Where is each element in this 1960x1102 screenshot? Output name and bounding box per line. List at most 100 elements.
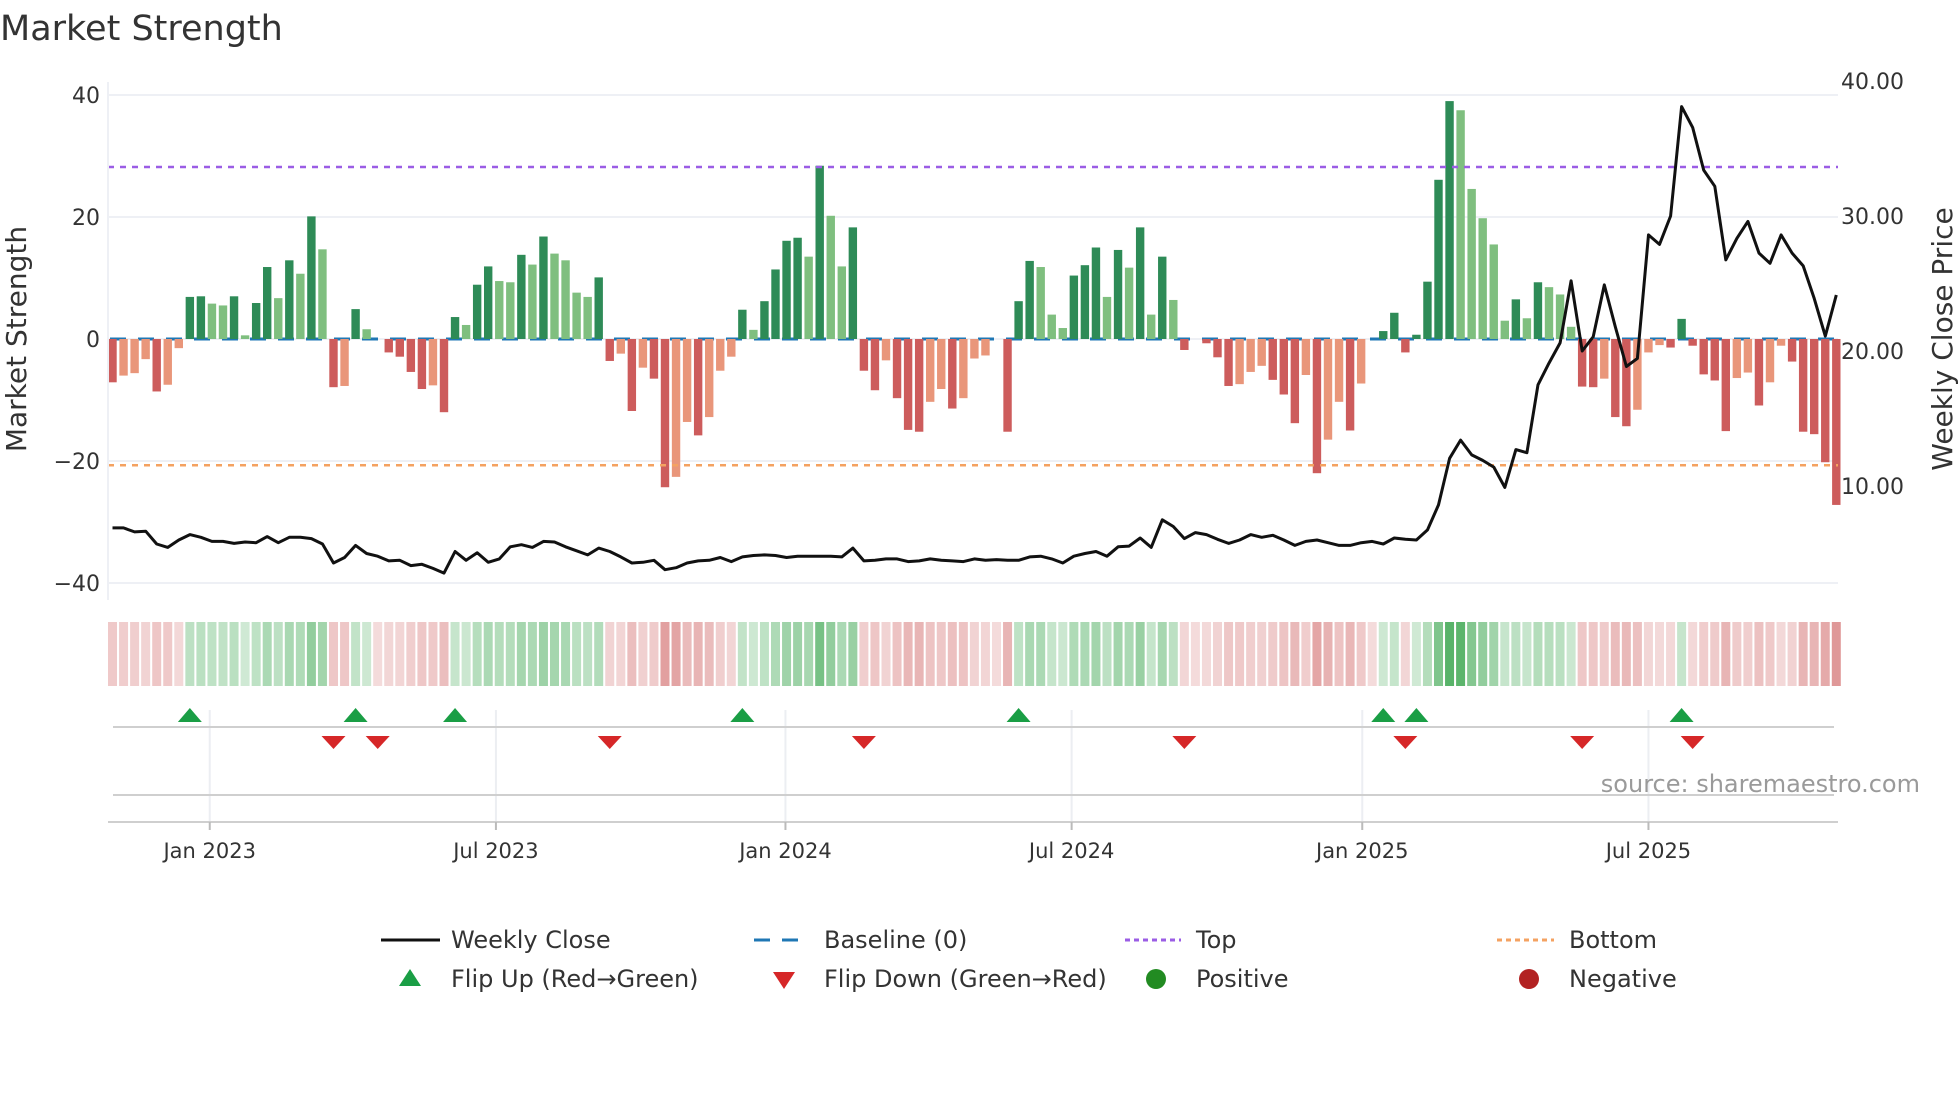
heatmap-cell [616, 622, 626, 686]
flip-up-marker [343, 708, 368, 722]
bar-positive [484, 266, 493, 339]
heatmap-cell [826, 622, 836, 686]
legend-baseline: Baseline (0) [824, 926, 967, 954]
bar-positive [517, 254, 526, 339]
flip-down-marker [365, 736, 390, 749]
bar-positive [318, 249, 327, 339]
heatmap-cell [1047, 622, 1057, 686]
heatmap-cell [1290, 622, 1300, 686]
heatmap-cell [417, 622, 427, 686]
y2-tick-label: 30.00 [1841, 205, 1904, 230]
bar-negative [1721, 339, 1730, 432]
bar-positive [1135, 227, 1145, 339]
bar-positive [1390, 312, 1399, 339]
bar-positive [594, 277, 603, 339]
x-tick-label: Jan 2023 [161, 839, 256, 863]
heatmap-cell [947, 622, 957, 686]
heatmap-cell [1831, 622, 1841, 686]
heatmap-cell [771, 622, 780, 686]
bar-negative [428, 339, 438, 386]
heatmap-cell [395, 622, 405, 686]
heatmap-cell [1378, 622, 1388, 686]
bar-positive [1467, 188, 1476, 339]
bar-positive [550, 253, 559, 339]
heatmap-cell [1577, 622, 1587, 686]
bar-negative [1776, 339, 1786, 346]
bar-negative [1787, 339, 1797, 362]
bar-positive [351, 309, 360, 339]
bar-negative [1655, 339, 1664, 346]
bar-positive [1113, 249, 1123, 339]
bar-positive [472, 284, 482, 339]
bar-negative [1600, 339, 1609, 379]
x-tick-label: Jan 2025 [1314, 839, 1409, 863]
bar-positive [185, 296, 195, 339]
flip-up-marker [1404, 708, 1429, 722]
bar-positive [1511, 299, 1521, 339]
bar-positive [749, 329, 758, 339]
heatmap-cell [936, 622, 946, 686]
heatmap-cell [1489, 622, 1499, 686]
bar-negative [329, 339, 338, 388]
heatmap-cell [1555, 622, 1565, 686]
bar-negative [1699, 339, 1708, 375]
heatmap-cell [1621, 622, 1631, 686]
heatmap-cell [317, 622, 327, 686]
heatmap-cell [1213, 622, 1222, 686]
y-tick-label: 20 [72, 206, 100, 231]
bar-positive [1522, 318, 1532, 339]
legend-flip-down: Flip Down (Green→Red) [824, 965, 1107, 993]
heatmap-cell [141, 622, 151, 686]
heatmap-cell [1367, 622, 1377, 686]
bar-negative [914, 339, 924, 432]
heatmap-cell [1014, 622, 1024, 686]
bar-negative [859, 339, 869, 371]
bar-negative [1345, 339, 1355, 431]
bar-negative [1611, 339, 1620, 418]
heatmap-cell [1345, 622, 1355, 686]
bar-negative [395, 339, 404, 357]
bar-negative [1301, 339, 1311, 375]
flip-down-marker [321, 736, 346, 749]
y-tick-label: −20 [54, 450, 100, 475]
heatmap-cell [428, 622, 438, 686]
bar-positive [207, 303, 217, 339]
bar-negative [892, 339, 902, 399]
bar-positive [539, 236, 548, 339]
bar-positive [1677, 318, 1686, 339]
heatmap-cell [726, 622, 736, 686]
heatmap-cell [152, 622, 162, 686]
bar-negative [881, 339, 891, 361]
bar-positive [495, 281, 504, 339]
bar-negative [1213, 339, 1222, 358]
heatmap-cell [483, 622, 493, 686]
bar-negative [1832, 339, 1841, 505]
bar-positive [274, 298, 283, 339]
bar-negative [1401, 339, 1410, 353]
bar-negative [340, 339, 349, 386]
heatmap-cell [759, 622, 769, 686]
heatmap-cell [1632, 622, 1642, 686]
bar-negative [1710, 339, 1719, 381]
bar-positive [1544, 287, 1554, 339]
heatmap-cell [538, 622, 548, 686]
x-tick-label: Jul 2024 [1027, 839, 1114, 863]
flip-up-marker [730, 708, 755, 722]
heatmap-cell [1411, 622, 1421, 686]
bar-negative [705, 339, 714, 418]
x-tick-label: Jul 2025 [1604, 839, 1691, 863]
heatmap-cell [748, 622, 758, 686]
heatmap-cell [660, 622, 670, 686]
bar-positive [804, 256, 813, 339]
bar-negative [1003, 339, 1012, 432]
bar-positive [461, 324, 471, 339]
heatmap-cell [1787, 622, 1797, 686]
heatmap-cell [108, 622, 117, 686]
heatmap-cell [837, 622, 847, 686]
bar-positive [218, 305, 228, 339]
bar-negative [1246, 339, 1255, 372]
heatmap-cell [1533, 622, 1543, 686]
heatmap-cell [351, 622, 361, 686]
heatmap-cell [793, 622, 803, 686]
heatmap-cell [715, 622, 725, 686]
